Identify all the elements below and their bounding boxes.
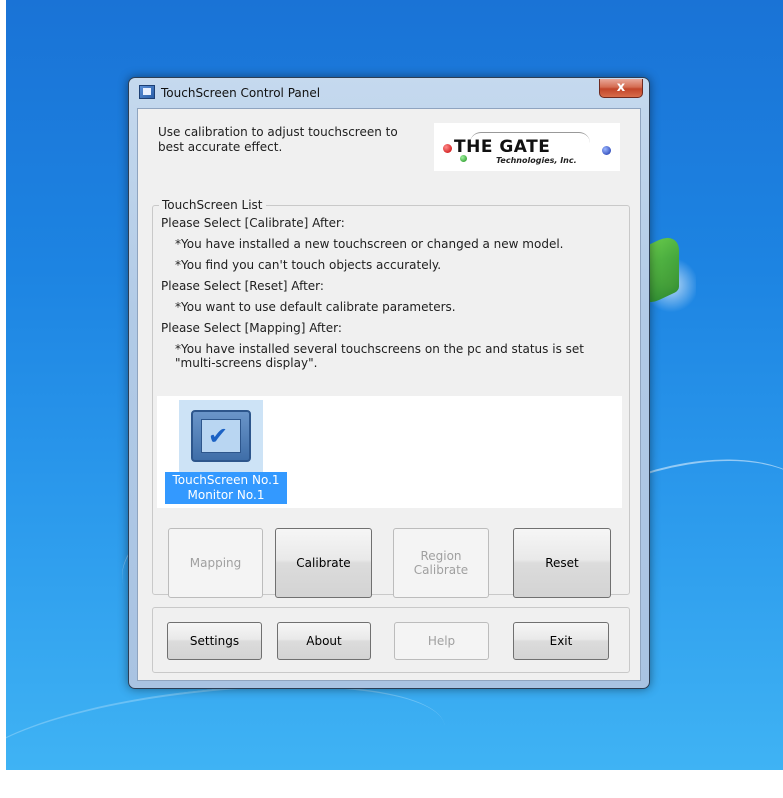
logo-red-dot-icon [443, 144, 452, 153]
item-caption: TouchScreen No.1 Monitor No.1 [165, 472, 287, 504]
monitor-icon: ✔ [191, 410, 251, 462]
logo-blue-dot-icon [602, 146, 611, 155]
touchscreen-listview[interactable]: ✔ TouchScreen No.1 Monitor No.1 [157, 396, 622, 508]
instruction-line: *You want to use default calibrate param… [175, 300, 456, 314]
item-caption-line1: TouchScreen No.1 [172, 473, 280, 487]
group-legend: TouchScreen List [159, 198, 266, 212]
region-calibrate-line2: Calibrate [413, 563, 469, 577]
item-caption-line2: Monitor No.1 [187, 488, 265, 502]
calibrate-button[interactable]: Calibrate [275, 528, 372, 598]
touchscreen-list-group: TouchScreen List Please Select [Calibrat… [152, 198, 630, 598]
instruction-line: "multi-screens display". [175, 356, 318, 370]
close-button[interactable]: x [599, 79, 643, 98]
app-icon [139, 85, 155, 99]
touchscreen-control-panel-window: TouchScreen Control Panel x Use calibrat… [128, 77, 650, 689]
reset-button[interactable]: Reset [513, 528, 611, 598]
reset-heading: Please Select [Reset] After: [161, 279, 324, 293]
region-calibrate-line1: Region [420, 549, 462, 563]
instruction-line: *You have installed several touchscreens… [175, 342, 584, 356]
intro-text: Use calibration to adjust touchscreen to… [158, 125, 398, 154]
help-button[interactable]: Help [394, 622, 489, 660]
title-bar[interactable]: TouchScreen Control Panel x [129, 78, 649, 106]
company-logo: THE GATE Technologies, Inc. [434, 123, 620, 171]
mapping-heading: Please Select [Mapping] After: [161, 321, 342, 335]
monitor-screen: ✔ [201, 419, 241, 453]
region-calibrate-button[interactable]: Region Calibrate [393, 528, 489, 598]
settings-button[interactable]: Settings [167, 622, 262, 660]
checkmark-icon: ✔ [208, 422, 229, 450]
about-button[interactable]: About [277, 622, 371, 660]
instruction-line: *You have installed a new touchscreen or… [175, 237, 564, 251]
logo-text: THE GATE [454, 137, 551, 157]
footer-button-group: Settings About Help Exit [152, 607, 630, 673]
window-client-area: Use calibration to adjust touchscreen to… [137, 108, 641, 681]
calibrate-heading: Please Select [Calibrate] After: [161, 216, 345, 230]
exit-button[interactable]: Exit [513, 622, 609, 660]
window-title: TouchScreen Control Panel [161, 86, 321, 100]
instruction-line: *You find you can't touch objects accura… [175, 258, 442, 272]
mapping-button[interactable]: Mapping [168, 528, 263, 598]
logo-subtext: Technologies, Inc. [496, 156, 577, 165]
